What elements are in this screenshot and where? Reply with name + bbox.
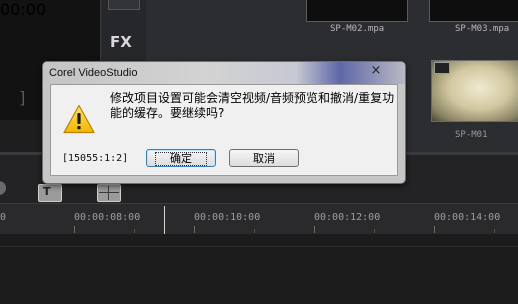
track-divider (0, 246, 518, 247)
dialog-body: 修改项目设置可能会清空视频/音频预览和撤消/重复功能的缓存。要继续吗? [150… (50, 84, 398, 176)
dialog-title: Corel VideoStudio (49, 67, 138, 79)
fx-icon[interactable]: FX (110, 33, 136, 53)
ruler-label: 00:00:10:00 (194, 212, 261, 223)
confirm-dialog: Corel VideoStudio × 修改项目设置可能会清空视频/音频预览和撤… (42, 61, 406, 184)
ruler-label: 00:00:12:00 (314, 212, 381, 223)
timecode-display: 00:00 (0, 0, 47, 19)
warning-icon (63, 104, 95, 134)
title-tool-button[interactable]: T (38, 184, 62, 202)
dialog-message: 修改项目设置可能会清空视频/音频预览和撤消/重复功能的缓存。要继续吗? (110, 91, 395, 120)
ruler-tick (494, 229, 495, 233)
error-code: [15055:1:2] (62, 153, 129, 164)
cancel-button[interactable]: 取消 (229, 149, 299, 167)
ruler-tick (314, 226, 315, 233)
timeline-tracks[interactable] (0, 234, 518, 304)
ruler-tick (134, 229, 135, 233)
ok-button-label: 确定 (155, 152, 207, 166)
ruler-label: 00:00:14:00 (434, 212, 501, 223)
ruler-label: 0 (0, 212, 7, 223)
ruler-tick (254, 229, 255, 233)
grid-tool-button[interactable] (97, 184, 121, 202)
film-icon (434, 62, 450, 74)
ruler-label: 00:00:08:00 (74, 212, 141, 223)
media-tool-button[interactable] (108, 0, 140, 10)
title-icon: T (43, 185, 51, 198)
thumbnail-label: SP-M02.mpa (330, 24, 385, 34)
dialog-titlebar[interactable]: Corel VideoStudio × (43, 62, 405, 84)
thumbnail-sp-m02[interactable] (306, 0, 408, 22)
ok-button[interactable]: 确定 (146, 149, 216, 167)
thumbnail-sp-m03[interactable] (429, 0, 518, 22)
ruler-tick (74, 226, 75, 233)
ruler-tick (374, 229, 375, 233)
playhead[interactable] (164, 206, 165, 234)
ruler-tick (194, 226, 195, 233)
close-icon[interactable]: × (365, 63, 387, 79)
mark-out-bracket-icon[interactable]: ] (18, 88, 28, 107)
thumbnail-label: SP-M03.mpa (455, 24, 510, 34)
thumbnail-label: SP-M01 (455, 130, 488, 140)
ruler-tick (434, 226, 435, 233)
